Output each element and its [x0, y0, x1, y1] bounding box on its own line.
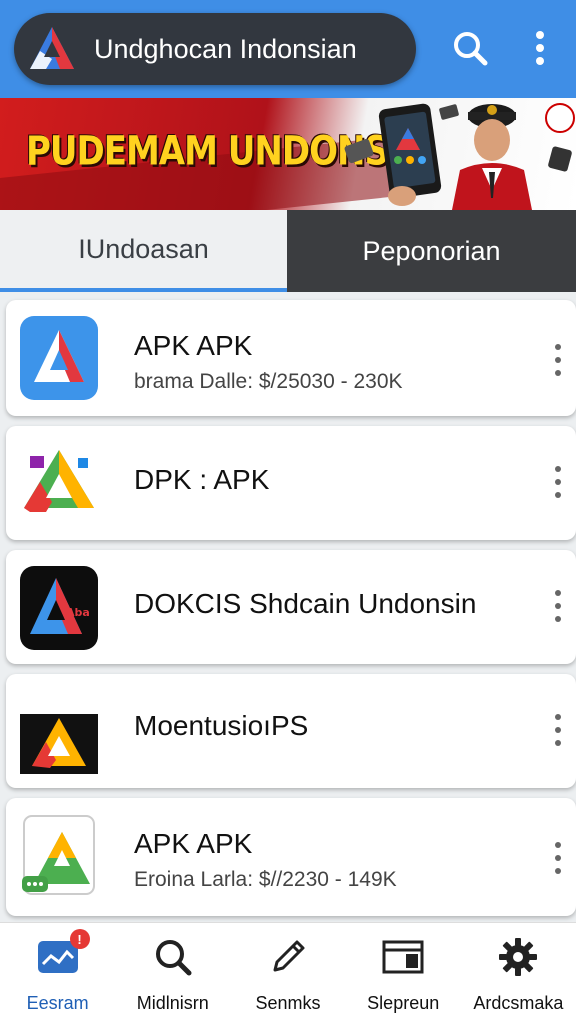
nav-eesram[interactable]: ! Eesram: [0, 923, 115, 1024]
top-app-bar: Undghocan Indonsian: [0, 0, 576, 98]
tab-peponorian[interactable]: Peponorian: [287, 210, 576, 292]
promo-banner[interactable]: PUDEMAM UNDONSIA: [0, 98, 576, 210]
overflow-menu-button[interactable]: [516, 24, 564, 72]
svg-text:Aba: Aba: [66, 606, 90, 619]
list-item-app-3[interactable]: Aba DOKCIS Shdcain Undonsin: [6, 550, 576, 664]
banner-illustration: [344, 103, 575, 210]
pencil-icon: [264, 935, 312, 979]
layout-icon: [379, 935, 427, 979]
list-item-app-1[interactable]: APK APK brama Dalle: $/25030 - 230K: [6, 300, 576, 416]
apk-logo-dark-icon: [20, 694, 98, 774]
nav-label: Eesram: [26, 993, 89, 1013]
search-icon: [454, 32, 488, 66]
category-tabs: IUndoasan Peponorian: [0, 210, 576, 292]
list-item-app-4[interactable]: MoentusioıPS: [6, 674, 576, 788]
list-item-app-2[interactable]: DPK : APK: [6, 426, 576, 540]
nav-ardcsmaka[interactable]: Ardcsmaka: [461, 923, 576, 1024]
apk-logo-chat-icon: [22, 815, 95, 895]
app-subtitle: Eroina Larla: $//2230 - 149K: [134, 868, 397, 891]
item-more-button[interactable]: [552, 590, 564, 622]
app-logo-icon: [30, 27, 74, 69]
bottom-navigation: ! Eesram Midlnisrn Senmks Slepreun Ardcs…: [0, 922, 576, 1024]
list-item-app-5[interactable]: APK APK Eroina Larla: $//2230 - 149K: [6, 798, 576, 916]
search-button[interactable]: [446, 24, 494, 72]
search-icon: [149, 935, 197, 979]
nav-slepreun[interactable]: Slepreun: [346, 923, 461, 1024]
chart-icon: !: [34, 929, 90, 979]
item-more-button[interactable]: [552, 344, 564, 376]
app-name: DOKCIS Shdcain Undonsin: [134, 588, 477, 619]
more-vert-icon: [536, 31, 544, 65]
item-more-button[interactable]: [552, 466, 564, 498]
apk-logo-blue-icon: [20, 316, 98, 400]
nav-midlnisrn[interactable]: Midlnisrn: [115, 923, 230, 1024]
app-name: MoentusioıPS: [134, 710, 309, 741]
item-more-button[interactable]: [552, 842, 564, 874]
app-name: APK APK: [134, 828, 253, 859]
apk-logo-black-icon: Aba: [20, 566, 98, 650]
app-name: DPK : APK: [134, 464, 270, 495]
notification-badge: !: [69, 929, 90, 949]
nav-label: Ardcsmaka: [473, 993, 564, 1013]
app-title-search-bar[interactable]: Undghocan Indonsian: [14, 13, 416, 85]
nav-label: Senmks: [255, 993, 321, 1013]
apk-logo-drive-icon: [24, 450, 94, 512]
app-name: APK APK: [134, 330, 253, 361]
nav-label: Slepreun: [367, 993, 440, 1013]
item-more-button[interactable]: [552, 714, 564, 746]
nav-label: Midlnisrn: [136, 993, 209, 1013]
nav-senmks[interactable]: Senmks: [230, 923, 345, 1024]
tab-undoasan[interactable]: IUndoasan: [0, 210, 287, 292]
app-title: Undghocan Indonsian: [94, 33, 357, 64]
app-subtitle: brama Dalle: $/25030 - 230K: [134, 370, 403, 393]
gear-icon: [494, 935, 542, 979]
